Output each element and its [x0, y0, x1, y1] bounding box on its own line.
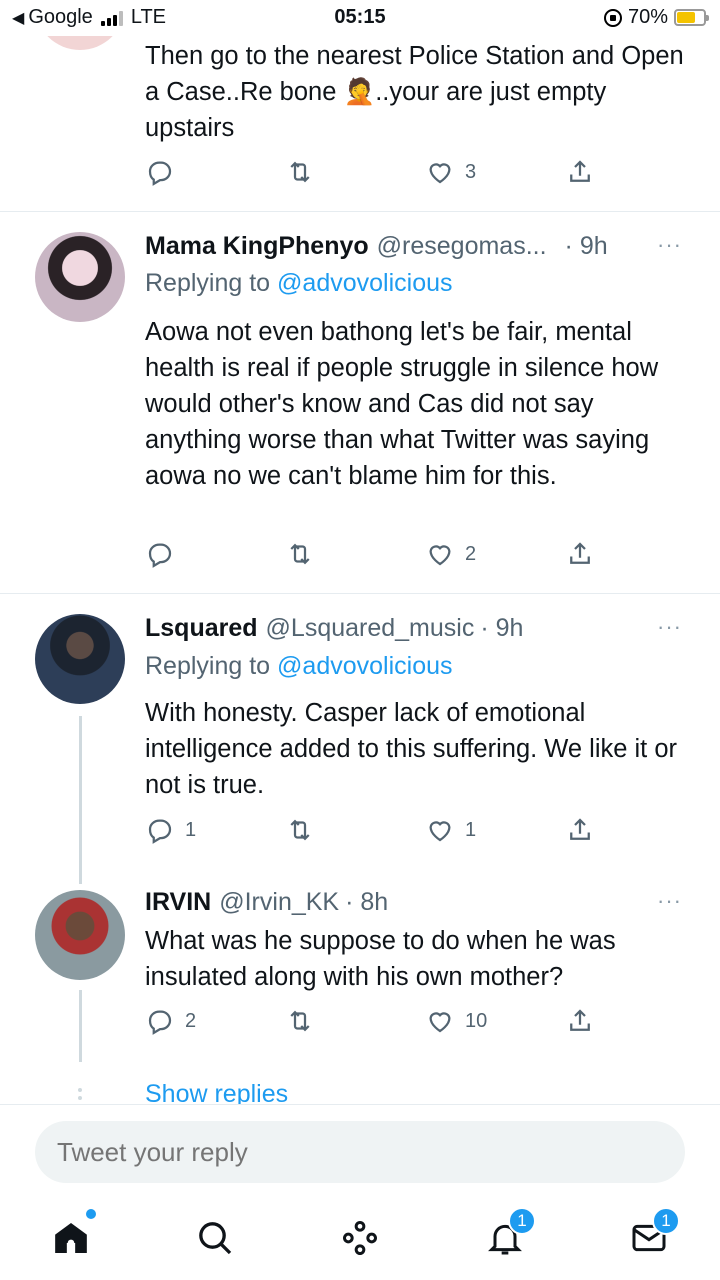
tweet-text: Then go to the nearest Police Station an…	[145, 42, 684, 142]
bottom-area: 1 1	[0, 1104, 720, 1280]
tweet-actions: 3	[145, 157, 605, 191]
like-count: 3	[465, 160, 477, 183]
tweet-actions: 2 10	[145, 1006, 605, 1040]
share-icon	[570, 818, 590, 840]
rotation-lock-icon	[603, 8, 622, 27]
author-handle[interactable]: @Irvin_KK	[219, 888, 339, 917]
home-icon	[55, 1223, 87, 1253]
retweet-button[interactable]	[285, 815, 325, 845]
retweet-icon	[290, 819, 310, 841]
tweet-2[interactable]: Lsquared @Lsquared_music · 9h ··· Replyi…	[0, 594, 720, 874]
more-options-icon[interactable]: ···	[657, 888, 682, 914]
replying-to: Replying to @advovolicious	[145, 652, 453, 681]
replying-to-link[interactable]: @advovolicious	[277, 269, 452, 297]
share-icon	[570, 160, 590, 182]
tab-spaces[interactable]	[335, 1213, 385, 1263]
retweet-icon	[290, 1010, 310, 1032]
heart-icon	[429, 821, 451, 842]
tweet-text: What was he suppose to do when he was in…	[145, 927, 616, 991]
search-icon	[199, 1222, 232, 1255]
retweet-icon	[290, 543, 310, 565]
like-button[interactable]: 3	[425, 157, 476, 187]
author-name[interactable]: Mama KingPhenyo	[145, 232, 369, 261]
reply-icon	[148, 1010, 172, 1035]
heart-icon	[429, 545, 451, 566]
tweet-actions: 2	[145, 539, 605, 573]
reply-button[interactable]: 2	[145, 1006, 196, 1036]
tweet-header: Lsquared @Lsquared_music · 9h	[145, 614, 523, 643]
replying-prefix: Replying to	[145, 652, 271, 680]
tweet-time: · 9h	[480, 614, 524, 642]
reply-button[interactable]: 1	[145, 815, 196, 845]
reply-icon	[148, 819, 172, 844]
author-name[interactable]: IRVIN	[145, 888, 211, 917]
tab-home[interactable]	[46, 1209, 96, 1263]
replying-to: Replying to @advovolicious	[145, 269, 453, 298]
battery-percent: 70%	[627, 6, 668, 28]
messages-badge: 1	[652, 1207, 680, 1235]
tweet-actions: 1 1	[145, 815, 605, 849]
share-icon	[570, 1009, 590, 1031]
retweet-button[interactable]	[285, 539, 325, 569]
share-icon	[570, 542, 590, 564]
spaces-icon	[343, 1221, 378, 1256]
tweet-reply-input[interactable]	[35, 1121, 685, 1183]
share-button[interactable]	[565, 815, 595, 845]
avatar[interactable]	[35, 614, 125, 704]
tweet-text: With honesty. Casper lack of emotional i…	[145, 699, 678, 799]
reply-icon	[148, 543, 172, 568]
notifications-badge: 1	[508, 1207, 536, 1235]
tweet-time: · 8h	[345, 888, 389, 916]
tab-notifications[interactable]: 1	[480, 1207, 536, 1263]
reply-button[interactable]	[145, 157, 185, 187]
retweet-button[interactable]	[285, 1006, 325, 1036]
like-count: 1	[465, 818, 477, 841]
heart-icon	[429, 1012, 451, 1033]
tweet-3[interactable]: IRVIN @Irvin_KK · 8h ··· What was he sup…	[0, 870, 720, 1070]
more-options-icon[interactable]: ···	[657, 614, 682, 640]
battery-icon	[674, 9, 709, 26]
tweet-header: Mama KingPhenyo @resegomas... · 9h	[145, 232, 608, 261]
like-button[interactable]: 2	[425, 539, 476, 569]
heart-icon	[429, 163, 451, 184]
author-handle[interactable]: @Lsquared_music	[266, 614, 475, 643]
share-button[interactable]	[565, 539, 595, 569]
like-count: 2	[465, 542, 477, 565]
like-button[interactable]: 1	[425, 815, 476, 845]
author-handle[interactable]: @resegomas...	[377, 232, 547, 261]
home-dot-badge	[86, 1209, 96, 1219]
tweet-time: · 9h	[564, 232, 608, 260]
like-button[interactable]: 10	[425, 1006, 487, 1036]
replying-to-link[interactable]: @advovolicious	[277, 652, 452, 680]
author-name[interactable]: Lsquared	[145, 614, 258, 643]
like-count: 10	[465, 1009, 488, 1032]
share-button[interactable]	[565, 1006, 595, 1036]
tab-bar: 1 1	[0, 1203, 720, 1273]
tweet-header: IRVIN @Irvin_KK · 8h	[145, 888, 388, 917]
reply-icon	[148, 161, 172, 186]
share-button[interactable]	[565, 157, 595, 187]
status-right: 70%	[603, 6, 709, 29]
avatar[interactable]	[35, 890, 125, 980]
tweet-1[interactable]: Mama KingPhenyo @resegomas... · 9h ··· R…	[0, 212, 720, 592]
tab-search[interactable]	[190, 1213, 240, 1263]
replying-prefix: Replying to	[145, 269, 271, 297]
tab-messages[interactable]: 1	[624, 1207, 680, 1263]
tweet-text: Aowa not even bathong let's be fair, men…	[145, 318, 659, 490]
more-options-icon[interactable]: ···	[657, 232, 682, 258]
retweet-button[interactable]	[285, 157, 325, 187]
status-bar: ◀ Google LTE 05:15 70%	[0, 0, 720, 36]
avatar[interactable]	[35, 232, 125, 322]
reply-count: 2	[185, 1009, 197, 1032]
reply-count: 1	[185, 818, 197, 841]
reply-button[interactable]	[145, 539, 185, 569]
retweet-icon	[290, 161, 310, 183]
